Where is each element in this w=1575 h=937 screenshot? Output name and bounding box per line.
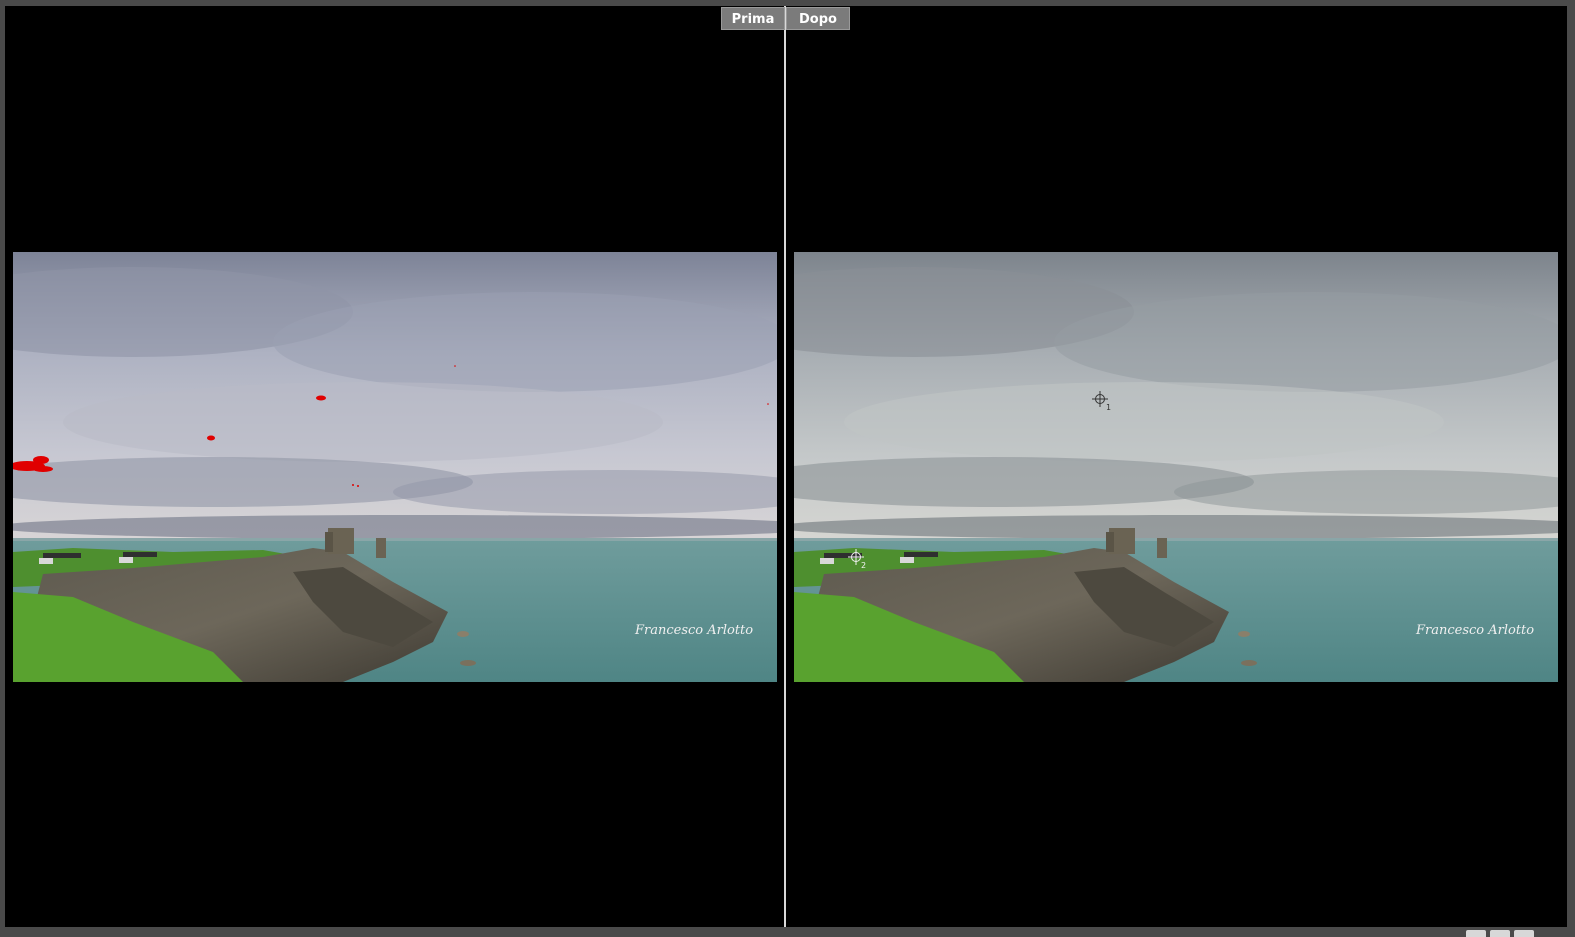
tab-before[interactable]: Prima bbox=[721, 7, 785, 30]
image-viewer: Prima Dopo Francesco Arlotto 1 2 Frances… bbox=[5, 6, 1567, 927]
before-photo: Francesco Arlotto bbox=[13, 252, 777, 682]
watermark: Francesco Arlotto bbox=[634, 623, 753, 638]
after-photo: 1 2 Francesco Arlotto bbox=[794, 252, 1558, 682]
split-divider[interactable] bbox=[784, 6, 786, 927]
marker-label-1: 1 bbox=[1106, 403, 1111, 412]
tab-after[interactable]: Dopo bbox=[786, 7, 850, 30]
marker-label-2: 2 bbox=[861, 561, 866, 570]
view-mode-button[interactable] bbox=[1466, 930, 1486, 937]
status-strip bbox=[0, 927, 1575, 937]
watermark: Francesco Arlotto bbox=[1415, 623, 1534, 638]
view-mode-button[interactable] bbox=[1514, 930, 1534, 937]
view-mode-button[interactable] bbox=[1490, 930, 1510, 937]
